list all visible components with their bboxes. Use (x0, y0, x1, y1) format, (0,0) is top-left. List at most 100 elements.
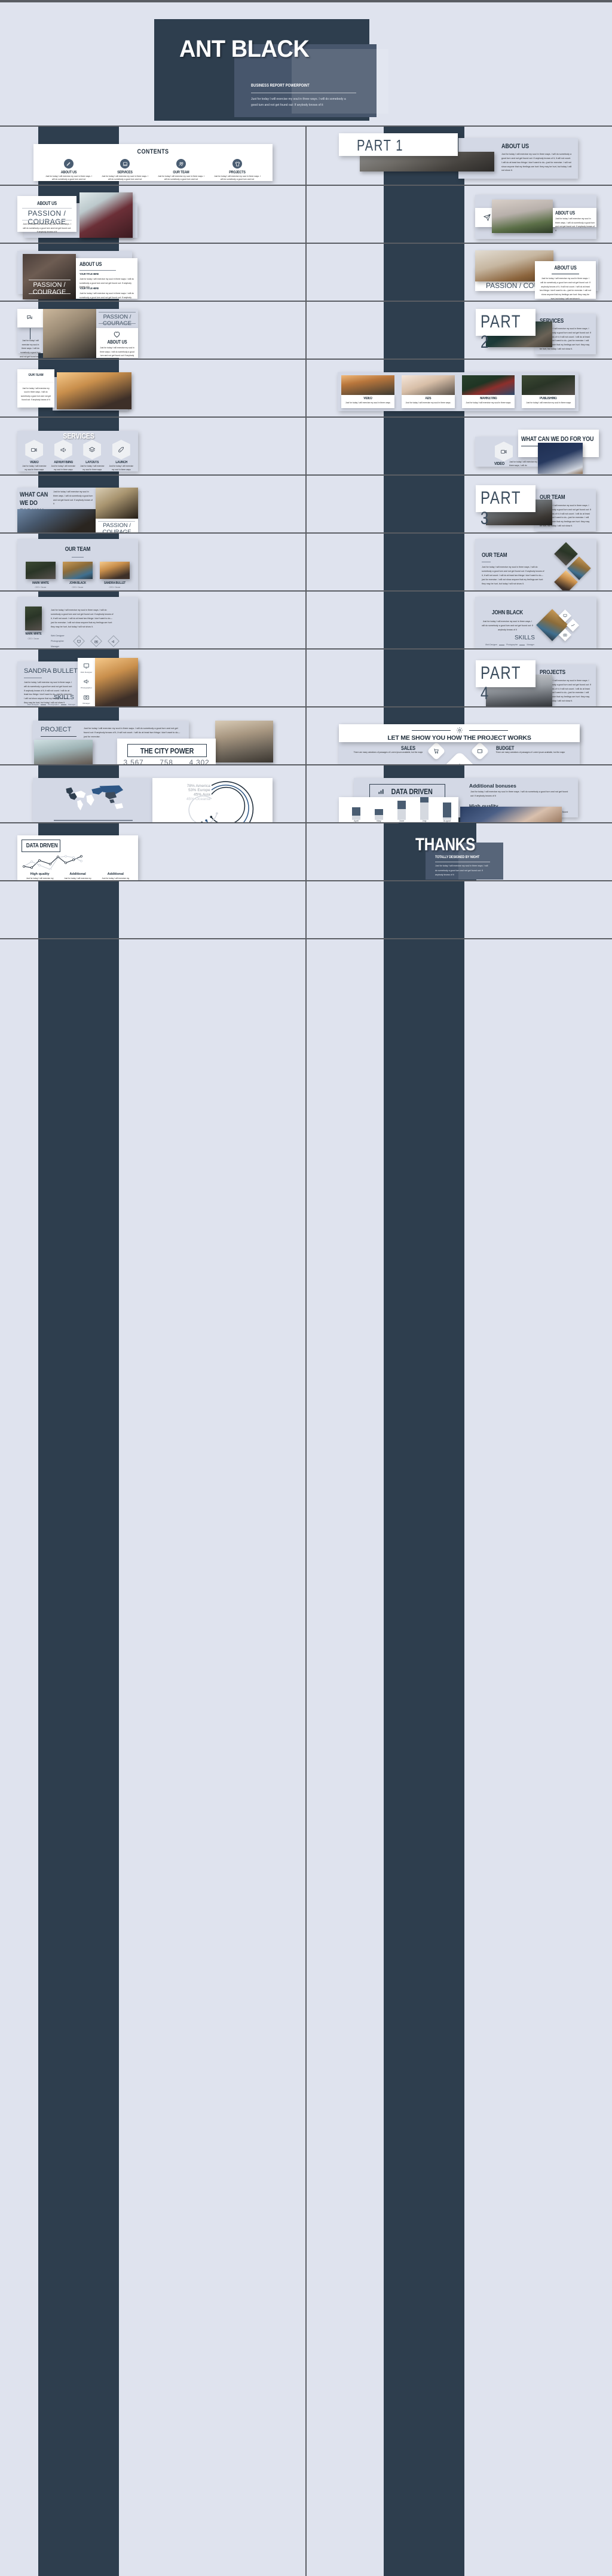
service-caption: PUBLISHING Just for today I will exercis… (522, 395, 575, 408)
slide-whatcanwedo-video[interactable]: VIDEO Just for today I will exercise my … (306, 417, 612, 474)
stat-item: 4,302 SHOTS (183, 758, 216, 764)
monitor-icon (84, 663, 89, 669)
service-photo (522, 375, 575, 395)
project-works-item[interactable]: BUDGET There are many variations of pass… (492, 745, 580, 755)
project-works-item[interactable]: SALES There are many variations of passa… (339, 745, 427, 755)
slide-map-radial[interactable]: FIRST Just for today I will exercise my … (0, 765, 305, 822)
slide-project-works[interactable]: SALES There are many variations of passa… (306, 707, 612, 764)
slide-john-black[interactable]: JOHN BLACK Just for today I will exercis… (306, 591, 612, 648)
service-hex-item[interactable]: LAUNCH Just for today I will exercise my… (107, 440, 136, 472)
slide-aboutus-traveler[interactable]: ABOUT US Just for today I will exercise … (306, 185, 612, 243)
slide-part4[interactable]: PROJECTS Just for today I will exercise … (306, 649, 612, 706)
part2-label: PART 2 (481, 312, 521, 352)
slide-thanks[interactable]: THANKS TOTALLY DESIGNED BY NIGHT Just fo… (306, 823, 612, 880)
service-label: ADS (425, 397, 432, 400)
skill-entry[interactable]: Manager (78, 689, 95, 705)
slide-data-driven-bars[interactable]: DATA DRIVEN Additional bonuses Just for … (306, 765, 612, 822)
aboutus-traveler-text-card: ABOUT US Just for today I will exercise … (553, 208, 596, 232)
bar-chart: April May June July August (352, 797, 451, 822)
service-photo (341, 375, 394, 395)
contents-item-label: OUR TEAM (173, 170, 189, 174)
slide-data-driven-line[interactable]: DATA DRIVEN High quality Just for today … (0, 823, 305, 880)
slide-aboutus-passion[interactable]: ABOUT US PASSION / COURAGE Just for toda… (0, 185, 305, 243)
divider (29, 293, 71, 294)
aboutus-phone-paragraph: Just for today I will exercise my soul i… (100, 347, 134, 359)
svg-text:78% America: 78% America (187, 784, 211, 788)
aboutus-passion-photo (79, 192, 133, 238)
divider (412, 730, 451, 731)
thanks-title: THANKS (415, 835, 476, 854)
skill-entry[interactable]: Web Designer (78, 658, 95, 673)
skill-entry[interactable]: Photographer (78, 673, 95, 689)
team-member[interactable]: SANDRA BULLET CEO / Owner (96, 562, 133, 589)
part4-label-card: PART 4 (476, 660, 536, 703)
hex-shape (495, 442, 513, 461)
contents-items: ABOUT US Just for today I will exercise … (41, 159, 265, 182)
team-member[interactable]: JOHN BLACK CEO / Owner (59, 562, 96, 589)
line-column-text: Just for today I will exercise my soul i… (26, 877, 54, 880)
slide-ourteam-diamonds[interactable]: OUR TEAM Just for today I will exercise … (306, 533, 612, 590)
skill-diamond[interactable] (73, 635, 85, 647)
john-black-paragraph: Just for today I will exercise my soul i… (482, 620, 533, 631)
slide-aboutus-chairs[interactable]: PASSION / COURAGE ABOUT US Just for toda… (306, 243, 612, 301)
whatcanwedo-video-label: VIDEO (494, 462, 505, 466)
aboutus-chairs-paragraph: Just for today I will exercise my soul i… (540, 277, 591, 301)
slide-aboutus-phone[interactable]: Just for today I will exercise my soul i… (0, 301, 305, 359)
slide-title[interactable]: ANT BLACK BUSINESS REPORT POWERPOINT Jus… (0, 2, 612, 125)
skill-diamond[interactable] (108, 635, 120, 647)
service-card[interactable]: VIDEO Just for today I will exercise my … (338, 375, 398, 408)
contents-item[interactable]: SERVICES Just for today I will exercise … (97, 159, 153, 182)
sandra-bullet-icon-strip: Web Designer Photographer Manager (78, 658, 95, 706)
team-member[interactable]: MARK WHITE CEO / Owner (22, 562, 59, 589)
slide-part1[interactable]: ABOUT US Just for today I will exercise … (306, 126, 612, 184)
slide-ourteam-grid[interactable]: OUR TEAM MARK WHITE CEO / Owner JOHN BLA… (0, 533, 305, 590)
aboutus-laptop-block-text: Just for today I will exercise my soul i… (79, 292, 134, 301)
slide-project[interactable]: PROJECT Just for today I will exercise m… (0, 707, 305, 764)
data-driven-badge: DATA DRIVEN (369, 784, 445, 798)
service-card[interactable]: MARKETING Just for today I will exercise… (458, 375, 519, 408)
aboutus-phone-heading: ABOUT US (107, 339, 127, 345)
service-card[interactable]: ADS Just for today I will exercise my so… (398, 375, 458, 408)
megaphone-icon (60, 447, 66, 452)
service-hex-label: ADVERTISING (53, 461, 73, 464)
divider (54, 820, 133, 821)
stat-value: 4,302 (189, 758, 210, 764)
contents-item[interactable]: ABOUT US Just for today I will exercise … (41, 159, 97, 182)
slide-whatcanwedo-writing[interactable]: WHAT CAN WE DO FOR YOU Just for today I … (0, 475, 305, 532)
aboutus-phone-text-card: ABOUT US Just for today I will exercise … (96, 328, 138, 359)
service-card[interactable]: PUBLISHING Just for today I will exercis… (518, 375, 579, 408)
slide-sunset-feature[interactable]: OUR TEAM Just for today I will exercise … (0, 359, 305, 416)
whatcanwedo-video-heading: WHAT CAN WE DO FOR YOU (521, 436, 594, 443)
project-paragraph: Just for today I will exercise my soul i… (84, 727, 180, 739)
skill-diamond[interactable] (566, 618, 580, 632)
slide-part2[interactable]: SERVICES Just for today I will exercise … (306, 301, 612, 359)
aboutus-phone-accent-card: PASSION / COURAGE (96, 309, 138, 328)
service-hex-item[interactable]: ADVERTISING Just for today I will exerci… (49, 440, 78, 472)
radial-chart-card: 78% America 53% Europe 45% Asia 45% Ocea… (152, 778, 273, 822)
slide-mark-white[interactable]: MARK WHITE CEO / Owner Just for today I … (0, 591, 305, 648)
slide-sandra-bullet[interactable]: SANDRA BULLET Just for today I will exer… (0, 649, 305, 706)
contents-item[interactable]: OUR TEAM Just for today I will exercise … (153, 159, 209, 182)
aboutus-passion-card: ABOUT US PASSION / COURAGE Just for toda… (17, 196, 76, 233)
skill-diamond[interactable] (90, 635, 102, 647)
wallet-icon (477, 749, 483, 753)
divider (98, 521, 135, 522)
slide-services-hex[interactable]: SERVICES VIDEO Just for today I will exe… (0, 417, 305, 474)
chart-line-icon (571, 624, 575, 627)
aboutus-laptop-photo: PASSION / COURAGE (23, 254, 76, 299)
slide-contents[interactable]: CONTENTS ABOUT US Just for today I will … (0, 126, 305, 184)
contents-item-text: Just for today I will exercise my soul i… (45, 174, 92, 180)
slide-services-grid[interactable]: VIDEO Just for today I will exercise my … (306, 359, 612, 416)
slide-part3[interactable]: OUR TEAM Just for today I will exercise … (306, 475, 612, 532)
svg-text:June: June (399, 819, 405, 822)
divider (79, 270, 116, 271)
service-hex-label: LAUNCH (115, 461, 127, 464)
thanks-subtitle: TOTALLY DESIGNED BY NIGHT (435, 855, 480, 859)
service-hex-item[interactable]: VIDEO Just for today I will exercise my … (20, 440, 49, 472)
slide-aboutus-laptop[interactable]: PASSION / COURAGE ABOUT US YOUR TITLE HE… (0, 243, 305, 301)
service-hex-item[interactable]: LAYOUTS Just for today I will exercise m… (78, 440, 107, 472)
skill-label: Manager (527, 644, 535, 646)
chat-bubbles-icon (27, 315, 32, 320)
contents-item[interactable]: PROJECTS Just for today I will exercise … (209, 159, 265, 182)
part3-label: PART 3 (481, 488, 521, 528)
